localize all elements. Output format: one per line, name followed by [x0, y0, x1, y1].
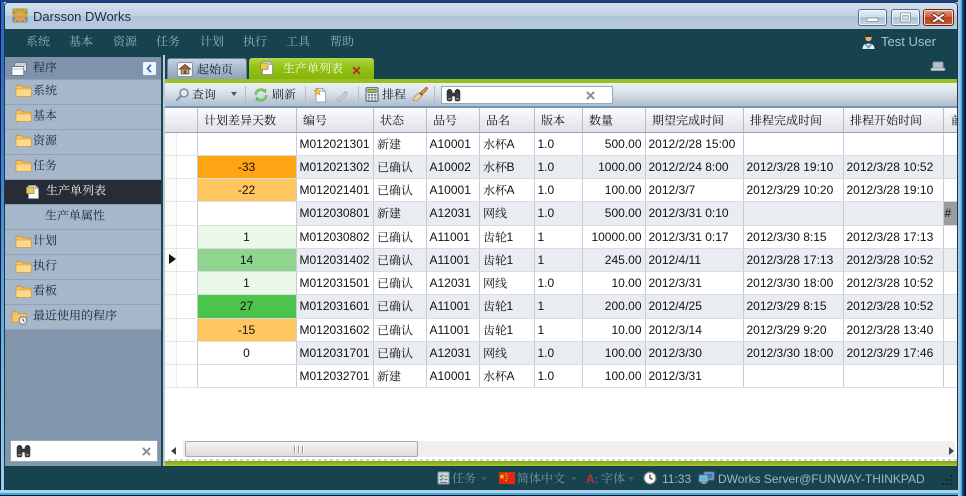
- svg-text:A: A: [586, 472, 595, 485]
